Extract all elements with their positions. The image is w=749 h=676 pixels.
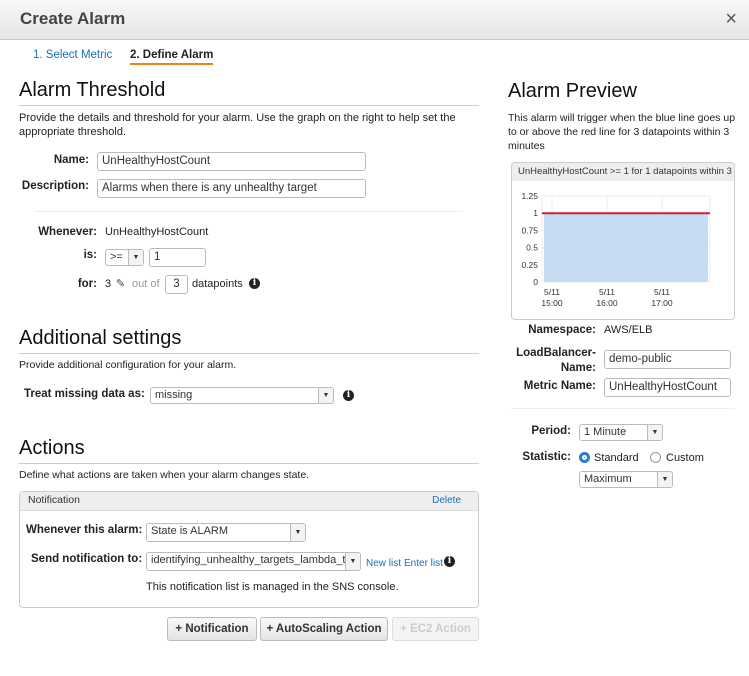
operator-select[interactable]: >= ▼: [105, 249, 144, 266]
divider: [19, 105, 479, 106]
chevron-down-icon: ▼: [657, 472, 672, 487]
delete-link[interactable]: Delete: [432, 495, 461, 506]
add-notification-button[interactable]: + Notification: [167, 617, 257, 641]
x-tick-label: 17:00: [651, 298, 673, 308]
divider: [19, 353, 479, 354]
chevron-down-icon: ▼: [290, 524, 305, 541]
custom-radio[interactable]: [650, 452, 661, 463]
y-tick-label: 0.25: [521, 260, 538, 270]
missing-data-label: Treat missing data as:: [24, 388, 145, 400]
chevron-down-icon: ▼: [318, 388, 333, 403]
add-ec2-action-button[interactable]: + EC2 Action: [392, 617, 479, 641]
whenever-metric: UnHealthyHostCount: [105, 226, 209, 238]
loadbalancer-input[interactable]: demo-public: [604, 350, 731, 369]
y-tick-label: 0: [533, 277, 538, 287]
chart-svg: 1.2510.750.50.2505/1115:005/1116:005/111…: [521, 191, 711, 308]
name-label: Name:: [53, 154, 89, 166]
missing-data-select[interactable]: missing ▼: [150, 387, 334, 404]
add-autoscaling-action-button[interactable]: + AutoScaling Action: [260, 617, 388, 641]
send-notification-label: Send notification to:: [31, 553, 143, 565]
chevron-down-icon: ▼: [345, 553, 360, 570]
new-list-link[interactable]: New list: [366, 558, 401, 569]
statistic-label: Statistic:: [522, 451, 571, 463]
standard-radio-label: Standard: [594, 452, 639, 464]
metric-area: [544, 213, 708, 282]
dialog-title: Create Alarm: [20, 9, 126, 28]
actions-description: Define what actions are taken when your …: [19, 469, 310, 481]
chevron-down-icon: ▼: [128, 250, 143, 265]
x-tick-label: 5/11: [599, 287, 615, 297]
notification-panel-header: Notification Delete: [20, 492, 478, 511]
divider: [35, 211, 463, 212]
standard-radio[interactable]: [579, 452, 590, 463]
out-of-text: out of: [132, 278, 160, 290]
period-value: 1 Minute: [584, 426, 627, 438]
additional-settings-heading: Additional settings: [19, 327, 182, 349]
name-input[interactable]: UnHealthyHostCount: [97, 152, 366, 171]
period-select[interactable]: 1 Minute ▼: [579, 424, 663, 441]
pencil-icon[interactable]: ✎: [116, 277, 125, 290]
statistic-value: Maximum: [584, 473, 632, 485]
preview-chart: UnHealthyHostCount >= 1 for 1 datapoints…: [511, 162, 735, 320]
y-tick-label: 0.75: [521, 225, 538, 235]
is-label: is:: [83, 249, 97, 261]
x-tick-label: 15:00: [541, 298, 563, 308]
x-tick-label: 5/11: [544, 287, 560, 297]
info-icon[interactable]: i: [444, 556, 455, 567]
enter-list-link[interactable]: Enter list: [404, 558, 443, 569]
missing-data-value: missing: [155, 389, 193, 401]
actions-heading: Actions: [19, 437, 85, 459]
divider: [511, 408, 735, 409]
whenever-alarm-label: Whenever this alarm:: [26, 524, 143, 536]
namespace-label: Namespace:: [528, 324, 596, 336]
sns-note: This notification list is managed in the…: [146, 581, 399, 593]
for-value: 3: [105, 278, 112, 290]
alarm-state-select[interactable]: State is ALARM ▼: [146, 523, 306, 542]
alarm-preview-heading: Alarm Preview: [508, 80, 637, 102]
threshold-input[interactable]: 1: [149, 248, 206, 267]
description-label: Description:: [21, 180, 89, 192]
x-tick-label: 16:00: [596, 298, 618, 308]
loadbalancer-label: LoadBalancer-Name:: [516, 347, 596, 374]
tab-define-alarm[interactable]: 2. Define Alarm: [130, 49, 214, 65]
statistic-select[interactable]: Maximum ▼: [579, 471, 673, 488]
metric-name-label: Metric Name:: [523, 380, 596, 392]
custom-radio-label: Custom: [666, 452, 704, 464]
threshold-description: Provide the details and threshold for yo…: [19, 112, 456, 138]
notification-list-select[interactable]: identifying_unhealthy_targets_lambda_t ▼: [146, 552, 361, 571]
period-label: Period:: [531, 425, 571, 437]
whenever-label: Whenever:: [38, 226, 97, 238]
preview-description: This alarm will trigger when the blue li…: [508, 112, 736, 152]
metric-name-input[interactable]: UnHealthyHostCount: [604, 378, 731, 397]
close-icon[interactable]: ×: [725, 8, 737, 31]
alarm-threshold-heading: Alarm Threshold: [19, 79, 166, 101]
x-tick-label: 5/11: [654, 287, 670, 297]
description-input[interactable]: Alarms when there is any unhealthy targe…: [97, 179, 366, 198]
y-tick-label: 1.25: [521, 191, 538, 201]
operator-value: >=: [110, 251, 123, 263]
notification-list-value: identifying_unhealthy_targets_lambda_t: [151, 554, 346, 566]
namespace-value: AWS/ELB: [604, 324, 653, 336]
chevron-down-icon: ▼: [647, 425, 662, 440]
alarm-state-value: State is ALARM: [151, 525, 229, 537]
datapoints-input[interactable]: 3: [165, 275, 188, 294]
y-tick-label: 0.5: [526, 243, 538, 253]
y-tick-label: 1: [533, 208, 538, 218]
notification-panel-title: Notification: [28, 494, 80, 506]
chart-title: UnHealthyHostCount >= 1 for 1 datapoints…: [512, 163, 734, 181]
additional-description: Provide additional configuration for you…: [19, 359, 237, 371]
for-label: for:: [77, 278, 97, 290]
datapoints-label: datapoints: [192, 278, 243, 290]
info-icon[interactable]: i: [249, 278, 260, 289]
info-icon[interactable]: i: [343, 390, 354, 401]
tab-select-metric[interactable]: 1. Select Metric: [33, 49, 112, 61]
divider: [19, 463, 479, 464]
